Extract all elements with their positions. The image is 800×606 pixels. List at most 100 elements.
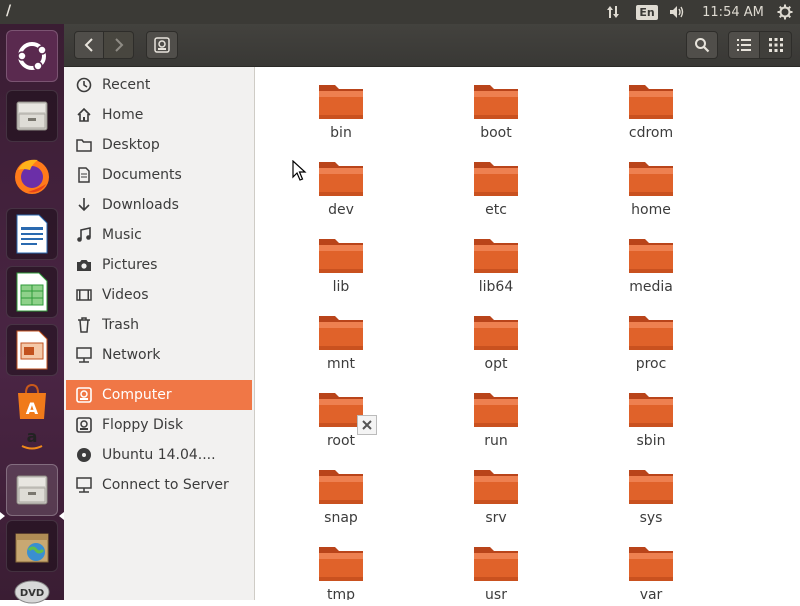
list-view-button[interactable] xyxy=(728,31,760,59)
download-icon xyxy=(74,195,94,215)
network-updown-icon[interactable] xyxy=(602,0,624,24)
no-access-emblem-icon xyxy=(357,415,377,435)
sidebar-item-trash[interactable]: Trash xyxy=(66,310,252,340)
files-running-icon[interactable] xyxy=(6,464,58,516)
folder-icon xyxy=(317,543,365,583)
folder-name: media xyxy=(629,279,673,295)
folder-item[interactable]: srv xyxy=(446,452,546,526)
sidebar-item-floppy-disk[interactable]: Floppy Disk xyxy=(66,410,252,440)
folder-icon xyxy=(472,158,520,198)
dvd-icon[interactable]: DVD xyxy=(6,576,58,606)
folder-name: bin xyxy=(330,125,352,141)
folder-item[interactable]: run xyxy=(446,375,546,449)
folder-icon xyxy=(317,235,365,275)
folder-item[interactable]: sys xyxy=(601,452,701,526)
sidebar-item-label: Videos xyxy=(102,287,149,303)
sidebar-item-home[interactable]: Home xyxy=(66,100,252,130)
sidebar-item-label: Ubuntu 14.04.... xyxy=(102,447,216,463)
folder-icon xyxy=(472,543,520,583)
folder-name: sys xyxy=(639,510,663,526)
folder-icon xyxy=(627,312,675,352)
firefox-icon[interactable] xyxy=(6,150,58,202)
folder-item[interactable]: etc xyxy=(446,144,546,218)
sidebar-item-desktop[interactable]: Desktop xyxy=(66,130,252,160)
folder-item[interactable]: bin xyxy=(291,67,391,141)
sidebar-item-recent[interactable]: Recent xyxy=(66,70,252,100)
libreoffice-calc-icon[interactable] xyxy=(6,266,58,318)
folder-name: boot xyxy=(480,125,512,141)
sidebar-item-videos[interactable]: Videos xyxy=(66,280,252,310)
folder-icon xyxy=(74,135,94,155)
folder-item[interactable]: proc xyxy=(601,298,701,372)
folder-name: lib64 xyxy=(478,279,514,295)
sidebar-item-downloads[interactable]: Downloads xyxy=(66,190,252,220)
folder-item[interactable]: root xyxy=(291,375,391,449)
folder-item[interactable]: var xyxy=(601,529,701,600)
folder-icon xyxy=(472,312,520,352)
sidebar-item-label: Desktop xyxy=(102,137,160,153)
folder-icon xyxy=(627,543,675,583)
grid-view-button[interactable] xyxy=(760,31,792,59)
folder-name: run xyxy=(484,433,508,449)
sidebar-item-label: Network xyxy=(102,347,161,363)
sidebar-item-music[interactable]: Music xyxy=(66,220,252,250)
folder-icon xyxy=(472,466,520,506)
top-panel: / En 11:54 AM xyxy=(0,0,800,24)
folder-icon xyxy=(472,81,520,121)
folder-name: sbin xyxy=(636,433,666,449)
sidebar-item-computer[interactable]: Computer xyxy=(66,380,252,410)
files-icon[interactable] xyxy=(6,90,58,142)
folder-icon xyxy=(627,389,675,429)
sidebar-item-ubuntu-disc[interactable]: Ubuntu 14.04.... xyxy=(66,440,218,470)
folder-name: usr xyxy=(485,587,507,600)
clock-icon xyxy=(74,75,94,95)
sidebar-item-label: Home xyxy=(102,107,144,123)
folder-item[interactable]: sbin xyxy=(601,375,701,449)
sidebar-item-connect-to-server[interactable]: Connect to Server xyxy=(66,470,252,500)
keyboard-layout-indicator[interactable]: En xyxy=(636,0,658,24)
header-bar xyxy=(64,24,800,67)
ubuntu-dash-icon[interactable] xyxy=(6,30,58,82)
folder-item[interactable]: boot xyxy=(446,67,546,141)
forward-button[interactable] xyxy=(104,31,134,59)
sidebar-item-label: Downloads xyxy=(102,197,179,213)
folder-item[interactable]: tmp xyxy=(291,529,391,600)
folder-name: lib xyxy=(332,279,350,295)
sidebar-item-pictures[interactable]: Pictures xyxy=(66,250,252,280)
folder-item[interactable]: cdrom xyxy=(601,67,701,141)
folder-item[interactable]: opt xyxy=(446,298,546,372)
libreoffice-writer-icon[interactable] xyxy=(6,208,58,260)
folder-icon xyxy=(627,466,675,506)
folder-name: var xyxy=(639,587,663,600)
back-button[interactable] xyxy=(74,31,104,59)
settings-gear-icon[interactable] xyxy=(774,0,796,24)
software-center-icon[interactable]: A xyxy=(6,382,58,422)
folder-item[interactable]: home xyxy=(601,144,701,218)
folder-item[interactable]: lib xyxy=(291,221,391,295)
search-button[interactable] xyxy=(686,31,718,59)
folder-name: home xyxy=(631,202,671,218)
search-icon xyxy=(695,38,710,53)
home-icon xyxy=(74,105,94,125)
folder-item[interactable]: usr xyxy=(446,529,546,600)
libreoffice-impress-icon[interactable] xyxy=(6,324,58,376)
folder-name: mnt xyxy=(327,356,355,372)
sidebar-item-label: Music xyxy=(102,227,142,243)
sidebar-item-documents[interactable]: Documents xyxy=(66,160,252,190)
folder-icon xyxy=(317,158,365,198)
archive-manager-icon[interactable] xyxy=(6,520,58,572)
folder-item[interactable]: media xyxy=(601,221,701,295)
folder-item[interactable]: mnt xyxy=(291,298,391,372)
volume-icon[interactable] xyxy=(666,0,690,24)
path-bar-computer-button[interactable] xyxy=(146,31,178,59)
folder-icon xyxy=(472,235,520,275)
clock[interactable]: 11:54 AM xyxy=(698,0,768,24)
sidebar-item-label: Trash xyxy=(102,317,139,333)
trash-icon xyxy=(74,315,94,335)
folder-name: cdrom xyxy=(628,125,674,141)
folder-item[interactable]: lib64 xyxy=(446,221,546,295)
amazon-icon[interactable]: a xyxy=(6,424,58,454)
network-icon xyxy=(74,345,94,365)
folder-item[interactable]: snap xyxy=(291,452,391,526)
sidebar-item-network[interactable]: Network xyxy=(66,340,252,370)
